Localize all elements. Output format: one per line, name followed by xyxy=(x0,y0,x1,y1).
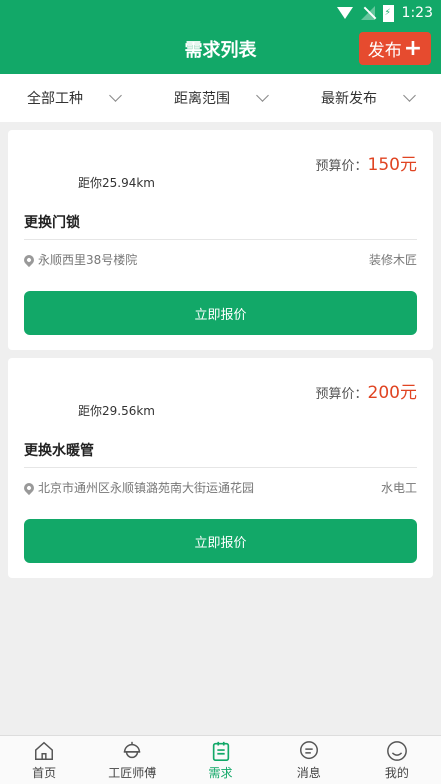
tab-demand[interactable]: 需求 xyxy=(176,736,264,784)
budget: 预算价：200元 xyxy=(316,378,417,403)
budget: 预算价：150元 xyxy=(316,150,417,175)
tab-messages[interactable]: 消息 xyxy=(265,736,353,784)
job-title: 更换水暖管 xyxy=(24,443,94,459)
demand-card[interactable]: 预算价：150元 距你25.94km 更换门锁 永顺西里38号楼院 装修木匠 立… xyxy=(8,130,433,350)
worker-icon xyxy=(124,741,141,758)
budget-price: 150元 xyxy=(367,155,417,175)
address-text: 永顺西里38号楼院 xyxy=(38,253,138,267)
chevron-down-icon xyxy=(403,89,416,102)
wifi-icon xyxy=(336,7,353,19)
tab-home[interactable]: 首页 xyxy=(0,736,88,784)
location-pin-icon xyxy=(21,480,37,495)
filter-bar: 全部工种 距离范围 最新发布 xyxy=(0,74,441,122)
filter-distance-label: 距离范围 xyxy=(174,91,230,107)
budget-label: 预算价： xyxy=(315,387,368,402)
tab-profile-label: 我的 xyxy=(384,765,409,780)
filter-trade-label: 全部工种 xyxy=(27,91,83,107)
quote-button[interactable]: 立即报价 xyxy=(24,519,417,563)
profile-icon xyxy=(387,740,407,761)
tab-workers[interactable]: 工匠师傅 xyxy=(88,736,176,784)
demand-card[interactable]: 预算价：200元 距你29.56km 更换水暖管 北京市通州区永顺镇潞苑南大街运… xyxy=(8,358,433,578)
no-signal-icon xyxy=(360,6,375,20)
tab-profile[interactable]: 我的 xyxy=(353,736,441,784)
distance: 距你29.56km xyxy=(78,404,155,418)
bottom-tab-bar: 首页 工匠师傅 需求 消息 我的 xyxy=(0,735,441,784)
filter-sort-label: 最新发布 xyxy=(321,91,377,107)
trade-type: 装修木匠 xyxy=(368,253,417,267)
budget-price: 200元 xyxy=(367,383,417,403)
battery-icon: ⚡ xyxy=(382,4,394,22)
address-text: 北京市通州区永顺镇潞苑南大街运通花园 xyxy=(38,481,255,495)
location-pin-icon xyxy=(21,252,37,267)
chevron-down-icon xyxy=(109,89,122,102)
job-title: 更换门锁 xyxy=(24,215,80,231)
distance: 距你25.94km xyxy=(78,176,155,190)
plus-icon: + xyxy=(403,35,423,61)
address: 永顺西里38号楼院 xyxy=(21,251,138,268)
publish-button[interactable]: 发布 + xyxy=(359,32,431,65)
divider xyxy=(24,467,417,468)
chevron-down-icon xyxy=(256,89,269,102)
tab-workers-label: 工匠师傅 xyxy=(108,765,157,780)
quote-button[interactable]: 立即报价 xyxy=(24,291,417,335)
trade-type: 水电工 xyxy=(380,481,417,495)
budget-label: 预算价： xyxy=(315,159,368,174)
message-icon xyxy=(299,740,318,759)
status-bar: ⚡ 1:23 xyxy=(336,4,433,22)
filter-sort[interactable]: 最新发布 xyxy=(294,88,441,108)
tab-messages-label: 消息 xyxy=(296,765,321,780)
tab-demand-label: 需求 xyxy=(208,765,233,780)
filter-distance[interactable]: 距离范围 xyxy=(147,88,294,108)
address: 北京市通州区永顺镇潞苑南大街运通花园 xyxy=(21,479,255,496)
tab-home-label: 首页 xyxy=(32,765,57,780)
clipboard-icon xyxy=(212,741,229,761)
status-time: 1:23 xyxy=(401,5,433,21)
home-icon xyxy=(35,741,54,760)
divider xyxy=(24,239,417,240)
header: ⚡ 1:23 需求列表 发布 + xyxy=(0,0,441,74)
publish-label: 发布 xyxy=(367,41,402,61)
filter-trade[interactable]: 全部工种 xyxy=(0,88,147,108)
